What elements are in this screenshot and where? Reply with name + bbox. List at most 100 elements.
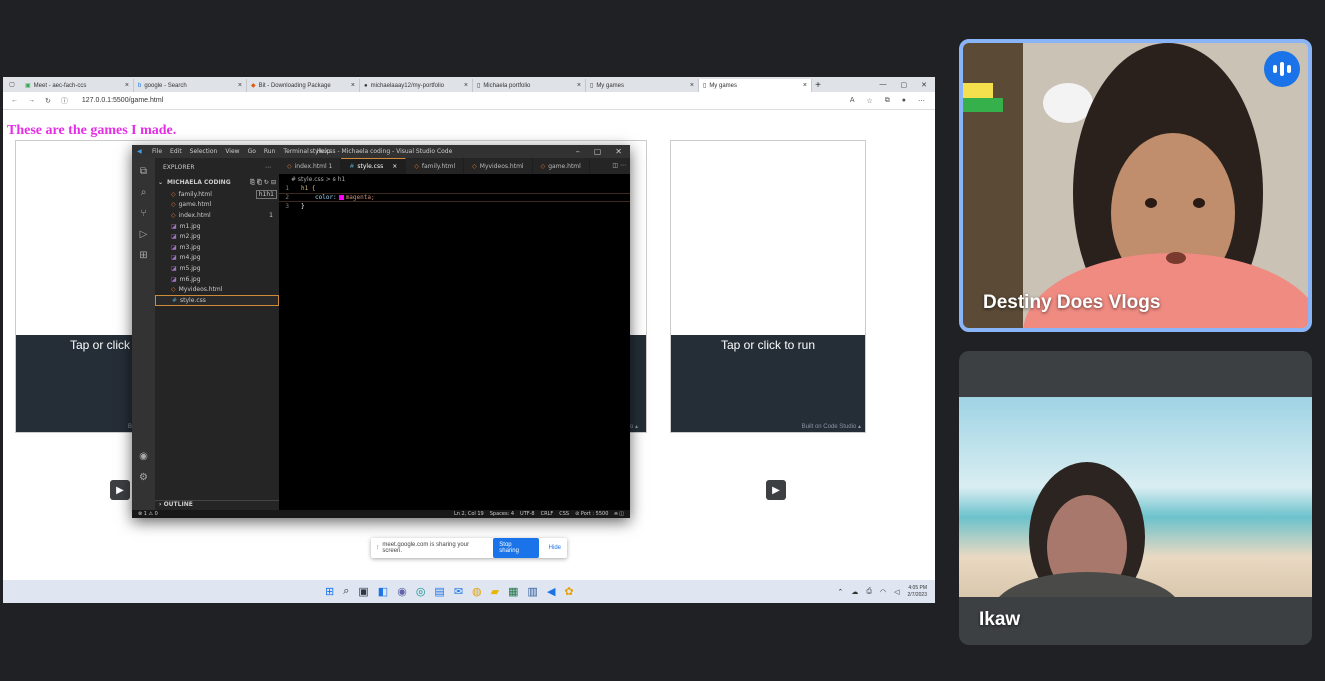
profile-icon[interactable]: ●	[902, 97, 906, 105]
status-item[interactable]: CSS	[559, 511, 569, 517]
bell-icon[interactable]: ⍾ ◫	[614, 511, 624, 517]
file-item[interactable]: ◪ m5.jpg	[155, 263, 279, 274]
explorer-icon[interactable]: ⧉	[140, 166, 147, 177]
excel-icon[interactable]: ▦	[508, 585, 518, 598]
status-item[interactable]: UTF-8	[520, 511, 535, 517]
menu-item[interactable]: Edit	[170, 148, 182, 155]
forward-icon[interactable]: →	[28, 97, 35, 104]
minimize-icon[interactable]: –	[576, 147, 580, 156]
close-icon[interactable]: ✕	[615, 147, 622, 156]
close-icon[interactable]: ×	[351, 82, 355, 89]
game-frame-right[interactable]: Tap or click to run Built on Code Studio…	[670, 140, 866, 433]
tab-actions-icon[interactable]: ▢	[3, 81, 21, 88]
file-item[interactable]: ◪ m1.jpg	[155, 221, 279, 232]
file-item[interactable]: ◇ family.html h1h1	[155, 189, 279, 200]
editor-tab-active[interactable]: # style.css ×	[341, 158, 407, 174]
file-item[interactable]: ◪ m4.jpg	[155, 253, 279, 264]
problems-status[interactable]: ⊗ 1 ⚠ 0	[138, 511, 158, 517]
play-button[interactable]: ▶	[766, 480, 786, 500]
status-item[interactable]: ⊘ Port : 5500	[575, 511, 608, 517]
task-view-icon[interactable]: ▣	[358, 585, 368, 598]
chevron-up-icon[interactable]: ⌃	[838, 588, 844, 596]
menu-item[interactable]: View	[225, 148, 239, 155]
search-icon[interactable]: ⌕	[343, 585, 349, 598]
drag-handle-icon[interactable]: ⦙	[377, 545, 378, 552]
close-icon[interactable]: ×	[464, 82, 468, 89]
participant-tile[interactable]: Ikaw	[959, 351, 1312, 645]
back-icon[interactable]: ←	[11, 97, 18, 104]
stop-sharing-button[interactable]: Stop sharing	[493, 538, 539, 558]
status-item[interactable]: Spaces: 4	[490, 511, 514, 517]
file-item[interactable]: ◇ index.html 1	[155, 210, 279, 221]
file-explorer-icon[interactable]: ▰	[491, 585, 499, 598]
collections-icon[interactable]: ⧉	[885, 97, 890, 105]
volume-icon[interactable]: ◁	[894, 588, 899, 596]
source-control-icon[interactable]: ⑂	[141, 208, 147, 219]
extensions-icon[interactable]: ⊞	[139, 250, 147, 261]
refresh-icon[interactable]: ↻	[45, 97, 51, 105]
windows-start-icon[interactable]: ⊞	[325, 585, 334, 598]
browser-tab[interactable]: ▯ Michaela portfolio ×	[473, 79, 586, 92]
file-item[interactable]: ◪ m6.jpg	[155, 274, 279, 285]
run-debug-icon[interactable]: ▷	[140, 229, 148, 240]
editor-tab[interactable]: ◇ game.html	[533, 158, 590, 174]
more-icon[interactable]: ⋯	[265, 164, 271, 171]
status-item[interactable]: CRLF	[541, 511, 554, 517]
minimize-icon[interactable]: —	[880, 81, 887, 89]
menu-item[interactable]: Go	[248, 148, 256, 155]
browser-tab[interactable]: b google - Search ×	[134, 79, 247, 92]
search-icon[interactable]: ⌕	[141, 187, 147, 198]
folder-header[interactable]: ⌄ MICHAELA CODING ⎘ ⎗ ↻ ⊟	[155, 177, 279, 189]
menu-item[interactable]: File	[152, 148, 162, 155]
split-editor-icon[interactable]: ◫ ⋯	[608, 158, 630, 174]
editor-tab[interactable]: ◇ index.html 1	[279, 158, 342, 174]
url-input[interactable]: 127.0.0.1:5500/game.html	[82, 97, 163, 104]
menu-item[interactable]: Run	[264, 148, 276, 155]
close-icon[interactable]: ×	[690, 82, 694, 89]
favorites-icon[interactable]: ☆	[866, 97, 872, 105]
settings-gear-icon[interactable]: ⚙	[139, 472, 148, 483]
store-icon[interactable]: ▤	[434, 585, 444, 598]
hide-button[interactable]: Hide	[543, 545, 567, 551]
outline-section[interactable]: › OUTLINE	[155, 500, 279, 510]
play-button[interactable]: ▶	[110, 480, 130, 500]
new-file-icon[interactable]: ⎘ ⎗ ↻ ⊟	[250, 179, 276, 187]
editor-tab[interactable]: ◇ family.html	[406, 158, 465, 174]
mail-icon[interactable]: ✉	[454, 585, 463, 598]
edge-icon[interactable]: ◎	[416, 585, 426, 598]
editor-tab[interactable]: ◇ Myvideos.html	[464, 158, 533, 174]
more-icon[interactable]: ⋯	[918, 97, 925, 105]
menu-item[interactable]: Help	[317, 148, 331, 155]
breadcrumb[interactable]: # style.css > ꞩ h1	[279, 174, 630, 183]
close-icon[interactable]: ×	[125, 82, 129, 89]
browser-tab[interactable]: ◆ Bit - Downloading Package ×	[247, 79, 360, 92]
browser-tab[interactable]: ▣ Meet - aec-fach-ccs ×	[21, 79, 134, 92]
cloud-icon[interactable]: ☁	[851, 588, 858, 596]
close-icon[interactable]: ×	[803, 82, 807, 89]
menu-item[interactable]: Terminal	[283, 148, 308, 155]
close-icon[interactable]: ×	[577, 82, 581, 89]
participant-tile-active[interactable]: Destiny Does Vlogs	[959, 39, 1312, 332]
wifi-icon[interactable]: ◠	[880, 588, 886, 596]
word-icon[interactable]: ▥	[528, 585, 538, 598]
read-aloud-icon[interactable]: A	[850, 97, 855, 105]
vscode-icon[interactable]: ◀	[547, 585, 555, 598]
browser-tab-active[interactable]: ▯ My games ×	[699, 79, 812, 92]
close-icon[interactable]: ×	[392, 163, 397, 170]
paint-icon[interactable]: ✿	[564, 585, 573, 598]
close-window-icon[interactable]: ✕	[921, 81, 927, 89]
browser-tab[interactable]: ● michaelaaay12/my-portfolio ×	[360, 79, 473, 92]
widgets-icon[interactable]: ◧	[378, 585, 388, 598]
chat-icon[interactable]: ◉	[397, 585, 407, 598]
status-item[interactable]: Ln 2, Col 19	[454, 511, 484, 517]
file-item-selected[interactable]: # style.css	[155, 294, 279, 306]
file-item[interactable]: ◪ m3.jpg	[155, 242, 279, 253]
new-tab-button[interactable]: +	[812, 80, 824, 92]
close-icon[interactable]: ×	[238, 82, 242, 89]
chrome-icon[interactable]: ◍	[472, 585, 482, 598]
menu-item[interactable]: Selection	[190, 148, 218, 155]
file-item[interactable]: ◇ game.html	[155, 200, 279, 211]
file-item[interactable]: ◇ Myvideos.html	[155, 284, 279, 295]
clock[interactable]: 4:05 PM 2/7/2023	[908, 585, 927, 599]
maximize-icon[interactable]: ▢	[901, 81, 908, 89]
